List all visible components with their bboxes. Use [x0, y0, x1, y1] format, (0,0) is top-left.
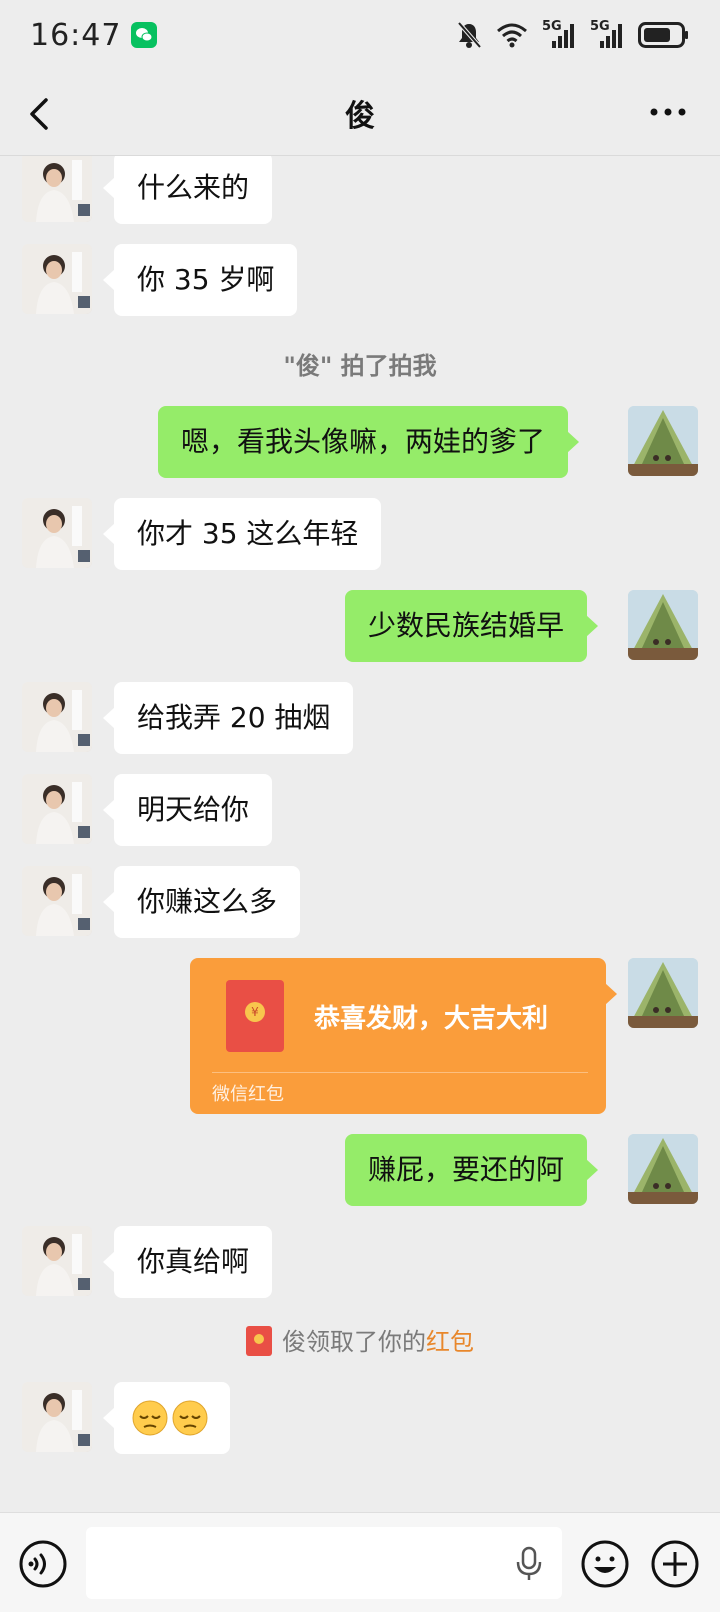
message-bubble-incoming[interactable]: 你 35 岁啊	[102, 244, 298, 316]
emoji-icon	[581, 1540, 629, 1588]
chat-header: 俊	[0, 70, 720, 156]
message-bubble-incoming[interactable]: 你真给啊	[102, 1226, 273, 1298]
message-bubble-incoming[interactable]: 什么来的	[102, 156, 273, 224]
mute-bell-icon	[456, 21, 482, 49]
mic-button[interactable]	[514, 1545, 544, 1583]
voice-button[interactable]	[18, 1539, 68, 1589]
system-message: "俊" 拍了拍我	[0, 346, 720, 381]
system-message-text: 俊领取了你的	[282, 1328, 426, 1356]
message-list[interactable]: 什么来的 你 35 岁啊 "俊" 拍了拍我 嗯，看我头像嘛，两娃的爹了 你才 3…	[0, 156, 720, 1512]
plus-icon	[651, 1540, 699, 1588]
red-packet-link[interactable]: 红包	[426, 1328, 474, 1356]
self-avatar[interactable]	[628, 590, 698, 660]
red-packet-small-icon	[246, 1326, 272, 1356]
system-message: 俊领取了你的红包	[0, 1322, 720, 1358]
contact-avatar[interactable]	[22, 1382, 92, 1452]
signal-icon-2: 5G	[590, 19, 624, 49]
message-bubble-incoming[interactable]: 你才 35 这么年轻	[102, 498, 382, 570]
wechat-notification-icon	[131, 22, 158, 48]
more-button[interactable]	[648, 100, 688, 124]
yuan-coin-icon: ¥	[245, 1002, 265, 1022]
status-time: 16:47	[30, 17, 122, 53]
red-packet-title: 恭喜发财，大吉大利	[314, 1004, 549, 1034]
system-message-name[interactable]: "俊"	[283, 352, 332, 380]
input-bar	[0, 1512, 720, 1612]
self-avatar[interactable]	[628, 406, 698, 476]
more-dots-icon	[650, 108, 686, 116]
pensive-emoji-icon	[132, 1400, 208, 1436]
red-packet-message[interactable]: ¥ 恭喜发财，大吉大利 微信红包	[190, 958, 617, 1114]
system-message-text: 拍了拍我	[332, 352, 437, 380]
contact-avatar[interactable]	[22, 682, 92, 752]
message-bubble-outgoing[interactable]: 赚屁，要还的阿	[345, 1134, 599, 1206]
red-packet-label: 微信红包	[212, 1084, 284, 1105]
message-bubble-outgoing[interactable]: 少数民族结婚早	[345, 590, 599, 662]
message-bubble-outgoing[interactable]: 嗯，看我头像嘛，两娃的爹了	[158, 406, 580, 478]
message-bubble-incoming[interactable]: 😔😔	[103, 1382, 230, 1454]
self-avatar[interactable]	[628, 958, 698, 1028]
divider	[212, 1072, 588, 1073]
status-bar: 16:47 5G 5G	[0, 0, 720, 70]
chat-title: 俊	[345, 98, 375, 134]
contact-avatar[interactable]	[22, 774, 92, 844]
signal-icon-1: 5G	[542, 19, 576, 49]
battery-icon	[638, 22, 690, 48]
contact-avatar[interactable]	[22, 156, 92, 222]
self-avatar[interactable]	[628, 1134, 698, 1204]
wifi-icon	[496, 22, 528, 48]
mic-icon	[516, 1546, 542, 1580]
message-bubble-incoming[interactable]: 明天给你	[102, 774, 273, 846]
contact-avatar[interactable]	[22, 1226, 92, 1296]
red-packet-icon: ¥	[226, 980, 284, 1052]
contact-avatar[interactable]	[22, 866, 92, 936]
emoji-button[interactable]	[580, 1539, 630, 1589]
message-input[interactable]	[86, 1527, 562, 1599]
back-button[interactable]	[26, 94, 56, 134]
more-functions-button[interactable]	[650, 1539, 700, 1589]
chevron-left-icon	[30, 98, 48, 130]
message-bubble-incoming[interactable]: 你赚这么多	[102, 866, 301, 938]
contact-avatar[interactable]	[22, 498, 92, 568]
voice-icon	[19, 1540, 67, 1588]
contact-avatar[interactable]	[22, 244, 92, 314]
message-bubble-incoming[interactable]: 给我弄 20 抽烟	[102, 682, 354, 754]
